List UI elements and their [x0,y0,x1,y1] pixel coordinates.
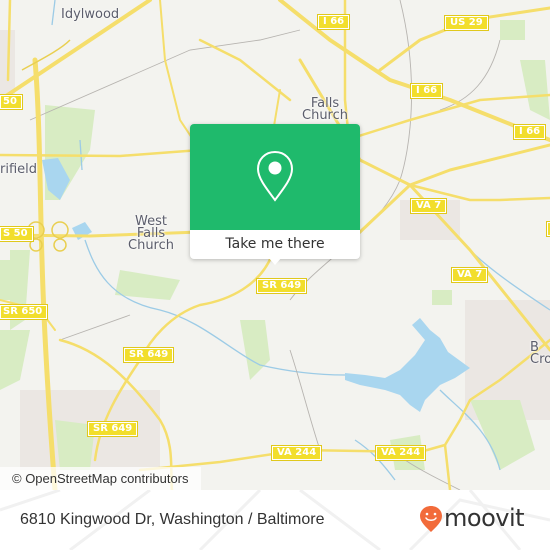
directions-popup: Take me there [190,124,360,265]
road-shield-us50: S 50 [0,226,34,242]
road-shield-va244: VA 244 [374,445,427,461]
road-shield-sr650: SR 650 [0,304,49,320]
place-label-line: Church [128,238,175,253]
road-shield-us50: 50 [0,94,23,110]
place-label-falls-church: Falls Church [302,97,349,123]
take-me-there-button[interactable]: Take me there [190,230,360,259]
address-text: 6810 Kingwood Dr, Washington / Baltimore [20,511,325,528]
road-shield-i66: I 66 [316,14,351,30]
road-shield-sr649: SR 649 [122,347,175,363]
moovit-logo-icon [420,506,442,532]
place-label-west-falls-church: West Falls Church [128,215,175,253]
location-pin-icon [256,150,294,202]
place-label-line: Cro [530,352,550,367]
road-shield-i66: I 66 [512,124,547,140]
road-shield-i66: I 66 [409,83,444,99]
popup-header [190,124,360,230]
place-label-idylwood: Idylwood [61,7,120,22]
map-view[interactable]: Idylwood Falls Church rifield West Falls… [0,0,550,490]
road-shield-sr649: SR 649 [86,421,139,437]
road-shield-us29: US 29 [444,15,489,31]
road-shield-va244: VA 244 [270,445,323,461]
place-label-line: Church [302,108,349,123]
road-shield-va7: VA 7 [450,267,489,283]
map-attribution[interactable]: © OpenStreetMap contributors [0,467,201,490]
popup-pointer [268,257,282,265]
place-label-baileys-crossroads: B Cro [530,341,550,367]
road-shield-va7: VA 7 [409,198,448,214]
moovit-logo-text[interactable]: moovit [444,503,525,533]
place-label-merrifield: rifield [0,162,38,177]
road-shield-sr649: SR 649 [255,278,308,294]
